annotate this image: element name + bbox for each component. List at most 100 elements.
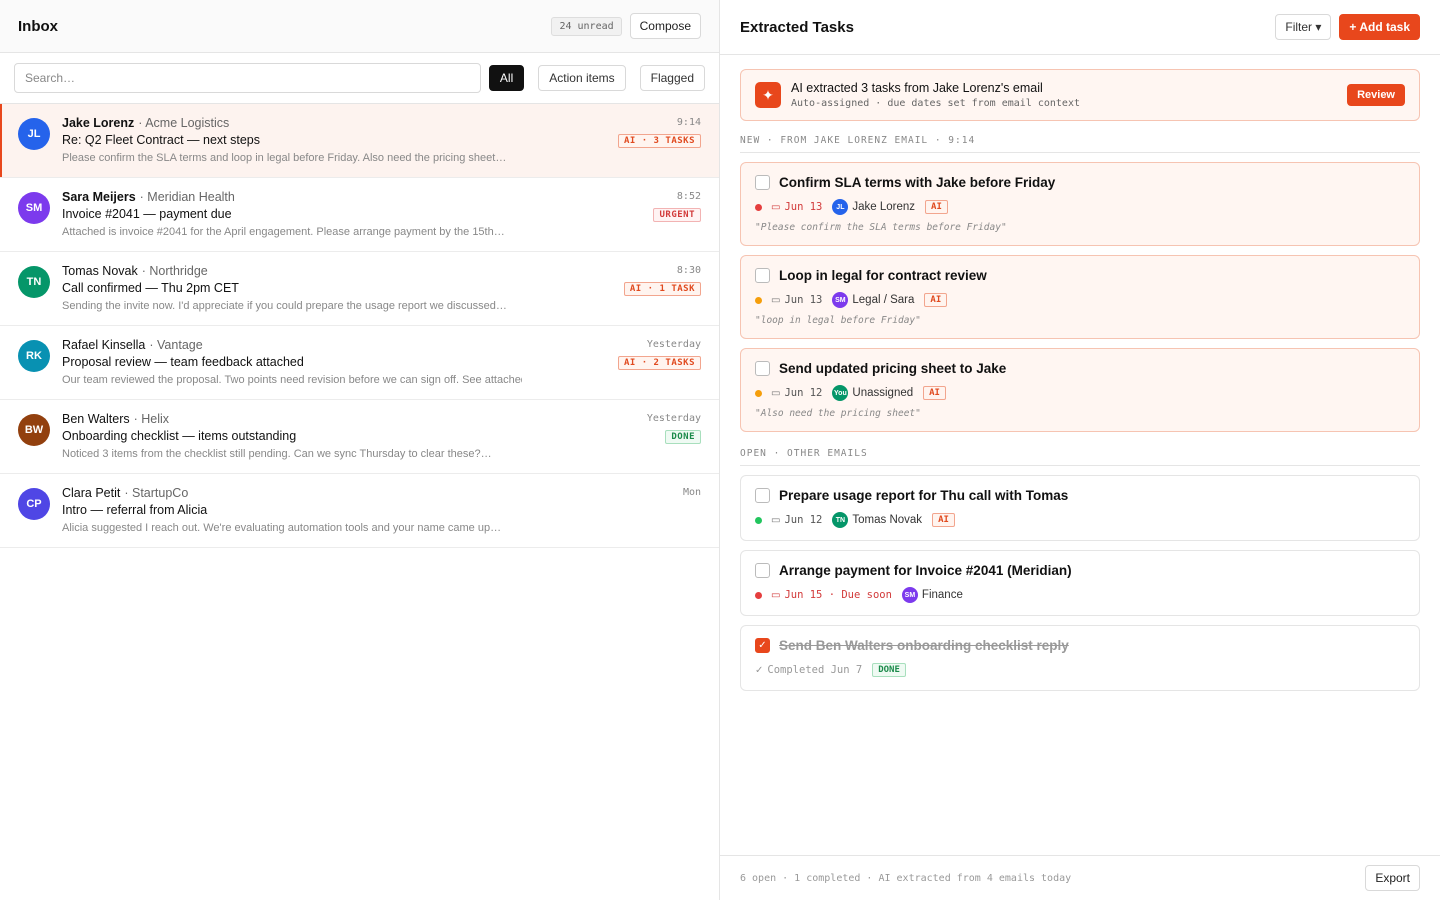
task-card[interactable]: Confirm SLA terms with Jake before Frida… <box>740 162 1420 246</box>
priority-dot <box>755 516 762 524</box>
task-checkbox[interactable] <box>755 175 770 190</box>
email-row[interactable]: BW Ben Walters · Helix Onboarding checklist… <box>0 400 719 474</box>
task-due-date: Jun 13 <box>784 201 823 213</box>
task-meta: ▭ Jun 12 You Unassigned AI <box>755 385 1405 401</box>
email-sender-row: Jake Lorenz · Acme Logistics <box>62 116 701 131</box>
ai-banner: ✦ AI extracted 3 tasks from Jake Lorenz'… <box>740 69 1420 121</box>
task-due-date: Jun 13 <box>784 294 823 306</box>
task-card[interactable]: Loop in legal for contract review ▭ Jun 13… <box>740 255 1420 339</box>
email-tag-badge: URGENT <box>653 208 701 222</box>
email-row[interactable]: SM Sara Meijers · Meridian Health Invoice #… <box>0 178 719 252</box>
email-time: 8:52 <box>676 191 701 202</box>
calendar-icon: ▭ <box>771 201 781 213</box>
email-subject: Invoice #2041 — payment due <box>62 207 232 221</box>
email-row[interactable]: JL Jake Lorenz · Acme Logistics Re: Q2 Flee… <box>0 104 719 178</box>
task-title: Loop in legal for contract review <box>779 268 987 283</box>
task-checkbox[interactable] <box>755 268 770 283</box>
task-title: Prepare usage report for Thu call with T… <box>779 488 1069 503</box>
assignee-avatar: SM <box>901 587 918 603</box>
email-sender-row: Sara Meijers · Meridian Health <box>62 190 701 205</box>
footer-stats: 6 open · 1 completed · AI extracted from… <box>740 872 1072 884</box>
email-tag-badge: AI · 3 TASKS <box>617 134 701 148</box>
email-preview: Please confirm the SLA terms and loop in… <box>62 152 507 164</box>
email-row[interactable]: TN Tomas Novak · Northridge Call confirmed … <box>0 252 719 326</box>
email-sender-row: Clara Petit · StartupCo <box>62 486 701 501</box>
priority-dot <box>755 591 762 599</box>
task-card-done[interactable]: ✓ Send Ben Walters onboarding checklist … <box>740 625 1420 691</box>
avatar: TN <box>18 266 50 298</box>
task-title-row: Prepare usage report for Thu call with T… <box>755 488 1405 503</box>
priority-dot <box>755 296 762 304</box>
task-card[interactable]: Prepare usage report for Thu call with T… <box>740 475 1420 541</box>
avatar: JL <box>18 118 50 150</box>
task-title-row: Confirm SLA terms with Jake before Frida… <box>755 175 1405 190</box>
task-card[interactable]: Arrange payment for Invoice #2041 (Merid… <box>740 550 1420 616</box>
task-checkbox-checked[interactable]: ✓ <box>755 638 770 653</box>
email-sender-row: Ben Walters · Helix <box>62 412 701 427</box>
task-meta: ✓ Completed Jun 7 DONE <box>755 663 1405 677</box>
email-subject: Intro — referral from Alicia <box>62 503 208 517</box>
email-preview: Alicia suggested I reach out. We're eval… <box>62 522 502 534</box>
filter-button[interactable]: Filter ▾ <box>1275 14 1332 40</box>
email-subject: Onboarding checklist — items outstanding <box>62 429 297 443</box>
email-preview: Our team reviewed the proposal. Two poin… <box>62 374 522 386</box>
priority-dot <box>755 203 762 211</box>
task-checkbox[interactable] <box>755 488 770 503</box>
export-button[interactable]: Export <box>1365 865 1420 891</box>
email-company: · StartupCo <box>124 486 189 500</box>
compose-button[interactable]: Compose <box>629 13 701 39</box>
filter-all[interactable]: All <box>488 65 525 91</box>
add-task-button[interactable]: + Add task <box>1339 14 1420 40</box>
tasks-footer: 6 open · 1 completed · AI extracted from… <box>720 855 1440 900</box>
app-root: Inbox 24 unread Compose All Action items… <box>0 0 1440 900</box>
task-meta: ▭ Jun 13 SM Legal / Sara AI <box>755 292 1405 308</box>
task-source-quote: "Also need the pricing sheet" <box>755 408 921 419</box>
email-tag-badge: AI · 2 TASKS <box>617 356 701 370</box>
email-time: Yesterday <box>646 413 701 424</box>
avatar: RK <box>18 340 50 372</box>
email-row[interactable]: CP Clara Petit · StartupCo Intro — referral… <box>0 474 719 548</box>
task-due-date: Jun 12 <box>784 387 823 399</box>
task-checkbox[interactable] <box>755 361 770 376</box>
completed-date: Completed Jun 7 <box>767 664 863 676</box>
task-card[interactable]: Send updated pricing sheet to Jake ▭ Jun 1… <box>740 348 1420 432</box>
inbox-pane: Inbox 24 unread Compose All Action items… <box>0 0 720 900</box>
task-title: Arrange payment for Invoice #2041 (Merid… <box>779 563 1072 578</box>
email-company: · Acme Logistics <box>138 116 230 130</box>
email-tag-badge: DONE <box>665 430 701 444</box>
email-sender: Jake Lorenz <box>62 116 135 130</box>
email-row[interactable]: RK Rafael Kinsella · Vantage Proposal revie… <box>0 326 719 400</box>
email-time: Yesterday <box>646 339 701 350</box>
email-sender: Ben Walters <box>62 412 130 426</box>
email-company: · Vantage <box>149 338 203 352</box>
task-assignee: Tomas Novak <box>852 514 923 526</box>
task-title: Send updated pricing sheet to Jake <box>779 361 1007 376</box>
task-meta: ▭ Jun 13 JL Jake Lorenz AI <box>755 199 1405 215</box>
filter-flagged[interactable]: Flagged <box>639 65 705 91</box>
section-new-header: NEW · FROM JAKE LORENZ EMAIL · 9:14 <box>740 135 1420 153</box>
banner-subtitle: Auto-assigned · due dates set from email… <box>791 98 1080 109</box>
task-checkbox[interactable] <box>755 563 770 578</box>
unread-count-badge: 24 unread <box>551 16 622 36</box>
assignee-avatar: You <box>832 385 849 401</box>
email-sender-row: Rafael Kinsella · Vantage <box>62 338 701 353</box>
assignee-avatar: JL <box>832 199 849 215</box>
section-open-header: OPEN · OTHER EMAILS <box>740 448 1420 466</box>
review-button[interactable]: Review <box>1347 84 1405 106</box>
email-company: · Helix <box>133 412 170 426</box>
calendar-icon: ▭ <box>771 294 781 306</box>
email-sender: Sara Meijers <box>62 190 136 204</box>
task-assignee: Finance <box>921 589 963 601</box>
filter-action-items[interactable]: Action items <box>538 65 626 91</box>
email-tag-badge: AI · 1 TASK <box>623 282 701 296</box>
email-sender: Rafael Kinsella <box>62 338 146 352</box>
email-company: · Meridian Health <box>139 190 235 204</box>
search-input[interactable] <box>14 63 481 93</box>
ai-badge: AI <box>924 293 948 307</box>
new-tasks-list: Confirm SLA terms with Jake before Frida… <box>740 162 1420 432</box>
done-badge: DONE <box>872 663 906 677</box>
email-company: · Northridge <box>141 264 208 278</box>
ai-badge: AI <box>925 200 948 214</box>
avatar: BW <box>18 414 50 446</box>
